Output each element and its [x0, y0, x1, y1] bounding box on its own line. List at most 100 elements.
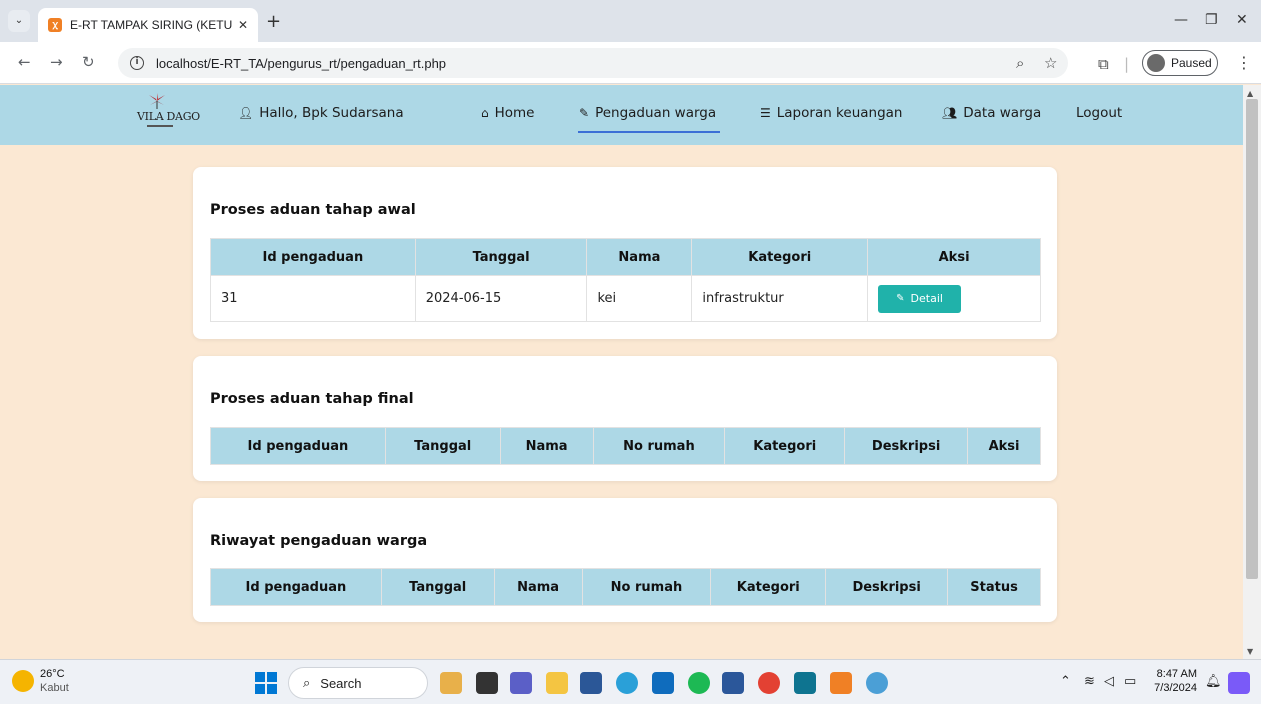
windows-start-icon[interactable]	[255, 672, 277, 694]
greeting-label: Hallo, Bpk Sudarsana	[259, 105, 404, 121]
table-row: 31 2024-06-15 kei infrastruktur ✎ Detail	[210, 275, 1041, 322]
table-tahap-awal: Id pengaduan Tanggal Nama Kategori Aksi …	[210, 238, 1041, 322]
scroll-down-icon[interactable]: ▼	[1247, 647, 1253, 656]
profile-button[interactable]: Paused	[1142, 50, 1218, 76]
file-explorer-icon[interactable]	[546, 672, 568, 694]
toolbar-divider: |	[1124, 55, 1130, 73]
vscode-icon[interactable]	[794, 672, 816, 694]
browser-tab[interactable]: ꭓ E-RT TAMPAK SIRING (KETUA RT ✕	[38, 8, 258, 42]
address-bar[interactable]: i localhost/E-RT_TA/pengurus_rt/pengadua…	[118, 48, 1068, 78]
nav-logout[interactable]: Logout	[1076, 105, 1122, 121]
col-no-rumah: No rumah	[592, 427, 726, 465]
col-tanggal: Tanggal	[414, 238, 588, 276]
reload-button[interactable]: ↻	[82, 53, 95, 71]
detail-button-label: Detail	[910, 292, 943, 305]
extensions-icon[interactable]: ⧉	[1098, 55, 1109, 73]
col-nama: Nama	[586, 238, 693, 276]
cell-tanggal: 2024-06-15	[414, 275, 588, 322]
card-tahap-awal: Proses aduan tahap awal Id pengaduan Tan…	[193, 167, 1057, 339]
minimize-button[interactable]: —	[1174, 12, 1188, 28]
bookmark-star-icon[interactable]: ☆	[1044, 54, 1057, 72]
col-status: Status	[947, 568, 1041, 606]
forward-button[interactable]: →	[50, 53, 63, 71]
table-header-row: Id pengaduan Tanggal Nama No rumah Kateg…	[210, 568, 1041, 606]
taskbar-search[interactable]: ⌕ Search	[288, 667, 428, 699]
close-window-button[interactable]: ✕	[1236, 12, 1248, 28]
task-view-icon[interactable]	[476, 672, 498, 694]
nav-pengaduan-label: Pengaduan warga	[595, 105, 717, 121]
col-nama: Nama	[499, 427, 594, 465]
page-scrollbar[interactable]: ▲ ▼	[1243, 85, 1261, 659]
nav-pengaduan-warga[interactable]: ✎ Pengaduan warga	[579, 105, 716, 121]
restore-button[interactable]: ❐	[1205, 12, 1218, 28]
scroll-thumb[interactable]	[1246, 99, 1258, 579]
windows-taskbar: 26°C Kabut ⌕ Search ⌃ ≋ ◁ ▭ 8:47 AM 7/3/…	[0, 659, 1261, 704]
store-icon[interactable]	[580, 672, 602, 694]
col-kategori: Kategori	[710, 568, 827, 606]
tab-close-icon[interactable]: ✕	[238, 18, 248, 32]
spotify-icon[interactable]	[688, 672, 710, 694]
site-navbar: VILA DAGO 👤︎ Hallo, Bpk Sudarsana ⌂ Home…	[0, 85, 1243, 145]
nav-laporan-keuangan[interactable]: ☰ Laporan keuangan	[760, 105, 902, 121]
clock-time: 8:47 AM	[1156, 668, 1197, 680]
edge-icon[interactable]	[616, 672, 638, 694]
widgets-app-icon[interactable]	[440, 672, 462, 694]
col-deskripsi: Deskripsi	[825, 568, 949, 606]
mail-icon[interactable]	[652, 672, 674, 694]
nav-data-warga-label: Data warga	[963, 105, 1042, 121]
copilot-icon[interactable]	[1228, 672, 1250, 694]
back-button[interactable]: ←	[18, 53, 31, 71]
col-aksi: Aksi	[867, 238, 1041, 276]
nav-home[interactable]: ⌂ Home	[481, 105, 535, 121]
users-icon: 👥︎	[942, 106, 958, 120]
volume-icon[interactable]: ◁	[1104, 674, 1114, 689]
battery-icon[interactable]: ▭	[1124, 674, 1136, 689]
table-header-row: Id pengaduan Tanggal Nama No rumah Kateg…	[210, 427, 1041, 465]
new-tab-button[interactable]: +	[266, 11, 281, 32]
tab-title: E-RT TAMPAK SIRING (KETUA RT	[70, 18, 232, 32]
table-riwayat: Id pengaduan Tanggal Nama No rumah Kateg…	[210, 568, 1041, 606]
nav-data-warga[interactable]: 👥︎ Data warga	[942, 105, 1041, 121]
card-title-riwayat: Riwayat pengaduan warga	[210, 533, 428, 549]
xampp-favicon-icon: ꭓ	[48, 18, 62, 32]
tab-search-dropdown[interactable]: ⌄	[8, 10, 30, 32]
logo-text: VILA DAGO	[137, 110, 200, 123]
chrome-icon[interactable]	[758, 672, 780, 694]
menu-icon[interactable]: ⋮	[1236, 53, 1252, 72]
app-icon[interactable]	[866, 672, 888, 694]
col-no-rumah: No rumah	[581, 568, 712, 606]
col-kategori: Kategori	[724, 427, 846, 465]
weather-condition: Kabut	[40, 682, 69, 694]
tray-chevron-icon[interactable]: ⌃	[1060, 674, 1071, 689]
search-icon: ⌕	[303, 675, 311, 691]
cell-id: 31	[210, 275, 416, 322]
browser-toolbar: ← → ↻ i localhost/E-RT_TA/pengurus_rt/pe…	[0, 42, 1261, 84]
card-title-awal: Proses aduan tahap awal	[210, 202, 416, 218]
card-tahap-final: Proses aduan tahap final Id pengaduan Ta…	[193, 356, 1057, 481]
xampp-icon[interactable]	[830, 672, 852, 694]
weather-icon[interactable]	[12, 670, 34, 692]
table-header-row: Id pengaduan Tanggal Nama Kategori Aksi	[210, 238, 1041, 276]
col-aksi: Aksi	[967, 427, 1041, 465]
zoom-icon[interactable]: ⌕	[1016, 54, 1024, 72]
home-icon: ⌂	[481, 106, 489, 120]
scroll-up-icon[interactable]: ▲	[1247, 89, 1253, 98]
vila-dago-logo[interactable]: VILA DAGO	[137, 93, 203, 137]
user-icon: 👤︎	[238, 106, 254, 120]
col-deskripsi: Deskripsi	[844, 427, 969, 465]
teams-icon[interactable]	[510, 672, 532, 694]
site-info-icon[interactable]: i	[130, 56, 144, 70]
word-icon[interactable]	[722, 672, 744, 694]
col-nama: Nama	[493, 568, 583, 606]
browser-tab-bar: ⌄ ꭓ E-RT TAMPAK SIRING (KETUA RT ✕ + — ❐…	[0, 0, 1261, 42]
nav-logout-label: Logout	[1076, 105, 1123, 121]
wifi-icon[interactable]: ≋	[1084, 674, 1095, 689]
search-label: Search	[320, 675, 362, 691]
notification-bell-icon[interactable]: 🔔︎	[1205, 674, 1222, 689]
col-tanggal: Tanggal	[380, 568, 495, 606]
active-nav-underline	[578, 131, 720, 133]
nav-greeting[interactable]: 👤︎ Hallo, Bpk Sudarsana	[238, 105, 404, 121]
nav-home-label: Home	[494, 105, 535, 121]
weather-temp: 26°C	[40, 668, 65, 680]
detail-button[interactable]: ✎ Detail	[878, 284, 961, 313]
